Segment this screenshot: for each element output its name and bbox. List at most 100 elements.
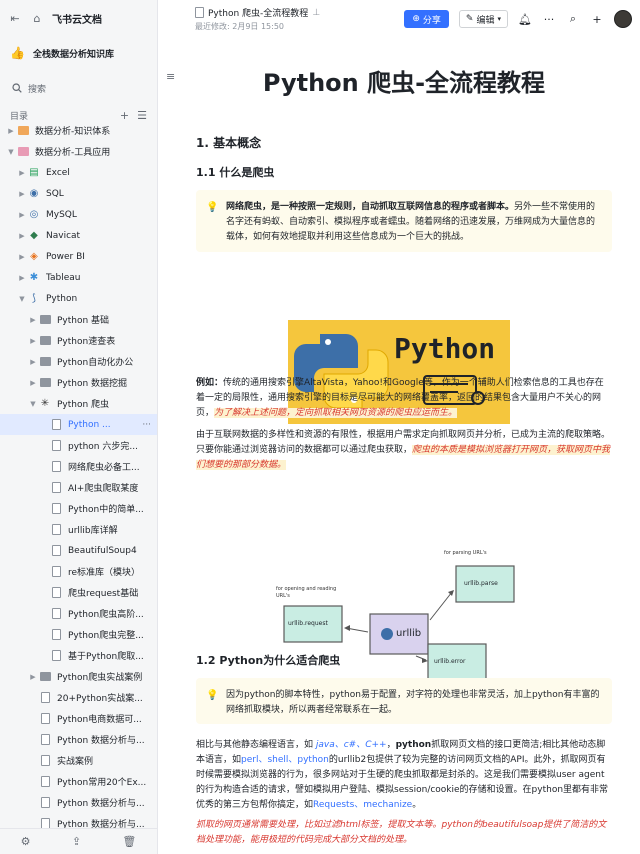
- callout-bold-text: 网络爬虫，是一种按照一定规则，自动抓取互联网信息的程序或者脚本。: [226, 202, 515, 212]
- tree-item-label: Python: [46, 293, 78, 304]
- tree-doc-item[interactable]: python 六步完...: [0, 435, 157, 456]
- tree-item-label: Python 数据挖掘: [57, 379, 128, 389]
- chevron-right-icon[interactable]: ▶: [28, 316, 38, 324]
- settings-icon[interactable]: ⚙: [21, 835, 31, 848]
- chevron-down-icon[interactable]: ▼: [6, 148, 16, 156]
- tree-doc-item[interactable]: ▶ ✱ Tableau: [0, 267, 157, 288]
- tree-item-label: Tableau: [46, 272, 81, 283]
- sql-icon: ◉: [29, 188, 39, 199]
- tree-doc-item[interactable]: Python爬虫高阶...: [0, 603, 157, 624]
- heading-why-python: 1.2 Python为什么适合爬虫: [196, 654, 341, 667]
- chevron-right-icon[interactable]: ▶: [28, 673, 38, 681]
- tree-doc-item[interactable]: 爬虫request基础: [0, 582, 157, 603]
- tree-doc-item[interactable]: ▶ ◉ SQL: [0, 183, 157, 204]
- chevron-right-icon[interactable]: ▶: [17, 211, 27, 219]
- tree-doc-item[interactable]: AI+爬虫爬取某度: [0, 477, 157, 498]
- chevron-right-icon[interactable]: ▶: [28, 358, 38, 366]
- trash-icon[interactable]: 🗑: [122, 835, 136, 848]
- tree-doc-item[interactable]: Python爬虫完整...: [0, 624, 157, 645]
- more-options-icon[interactable]: ···: [142, 420, 157, 430]
- tree-doc-item[interactable]: ▼ ✳ Python 爬虫: [0, 393, 157, 414]
- tree-doc-item[interactable]: re标准库（模块）: [0, 561, 157, 582]
- folder-icon: [38, 356, 52, 368]
- comparison-text-e: 。: [412, 800, 422, 810]
- tree-doc-item[interactable]: Python 数据分析与...: [0, 729, 157, 750]
- tree-item-label: Python 基础: [57, 316, 110, 326]
- comparison-paragraph: 相比与其他静态编程语言，如 java、c#、C++，python抓取网页文档的接…: [196, 738, 612, 813]
- tree-item-label: 数据分析-工具应用: [35, 148, 111, 158]
- tree-folder-item[interactable]: ▶ Python 数据挖掘: [0, 372, 157, 393]
- tree-item-label: 基于Python爬取...: [68, 652, 144, 662]
- tree-item-label: Python 爬虫: [57, 400, 110, 410]
- folder-icon: [38, 335, 52, 347]
- tree-doc-item[interactable]: urllib库详解: [0, 519, 157, 540]
- tree-folder-item[interactable]: ▶ Python自动化办公: [0, 351, 157, 372]
- chevron-right-icon[interactable]: ▶: [17, 232, 27, 240]
- tree-doc-item[interactable]: Python电商数据可...: [0, 708, 157, 729]
- tree-item-label: Excel: [46, 167, 70, 178]
- chevron-right-icon[interactable]: ▶: [17, 253, 27, 261]
- tree-item-label: Python爬虫高阶...: [68, 610, 144, 620]
- doc-icon: [49, 545, 63, 557]
- tree-doc-item[interactable]: Python ... ···: [0, 414, 157, 435]
- chevron-right-icon[interactable]: ▶: [28, 337, 38, 345]
- header-doc-name[interactable]: Python 爬虫-全流程教程: [208, 6, 308, 19]
- doc-icon: [49, 650, 63, 662]
- doc-icon: [49, 461, 63, 473]
- doc-icon: [49, 482, 63, 494]
- share-button[interactable]: ⊕ 分享: [404, 10, 449, 28]
- sidebar-footer: ⚙ ⇪ 🗑: [0, 828, 157, 854]
- tree-doc-item[interactable]: 20+Python实战案...: [0, 687, 157, 708]
- tree-item-label: Python爬虫完整...: [68, 631, 144, 641]
- tree-doc-item[interactable]: ▶ ◆ Navicat: [0, 225, 157, 246]
- tree-folder-item[interactable]: ▶ Python速查表: [0, 330, 157, 351]
- home-icon[interactable]: ⌂: [30, 11, 44, 25]
- collapse-sidebar-icon[interactable]: ⇤: [8, 11, 22, 25]
- tree-item-label: 网络爬虫必备工...: [68, 463, 140, 473]
- tree-item-label: Python爬虫实战案例: [57, 673, 143, 683]
- tree-doc-item[interactable]: ▶ ▤ Excel: [0, 162, 157, 183]
- tree-doc-item[interactable]: Python中的简单...: [0, 498, 157, 519]
- tree-folder-item[interactable]: ▶ Python爬虫实战案例: [0, 666, 157, 687]
- tree-item-label: urllib库详解: [68, 526, 118, 536]
- chevron-right-icon[interactable]: ▶: [6, 127, 16, 135]
- chevron-right-icon[interactable]: ▶: [17, 169, 27, 177]
- urllib-diagram: urllib urllib.request urllib.parse urlli…: [266, 548, 542, 692]
- share-link-icon[interactable]: ⇪: [72, 835, 81, 848]
- edit-button[interactable]: ✎ 编辑 ▾: [458, 10, 508, 28]
- chevron-right-icon[interactable]: ▶: [17, 274, 27, 282]
- tree-folder-item[interactable]: ▶ Python 基础: [0, 309, 157, 330]
- search-doc-icon[interactable]: ⌕: [566, 12, 580, 26]
- doc-icon: [49, 419, 63, 431]
- chevron-down-icon: ▾: [497, 15, 501, 23]
- sidebar-search[interactable]: 搜索: [8, 78, 149, 98]
- tree-doc-item[interactable]: Python常用20个Ex...: [0, 771, 157, 792]
- doc-header: Python 爬虫-全流程教程 ⊥ 最近修改: 2月9日 15:50 ⊕ 分享 …: [159, 0, 640, 38]
- more-icon[interactable]: ···: [542, 13, 556, 26]
- tree-doc-item[interactable]: ▼ ⟆ Python: [0, 288, 157, 309]
- chevron-right-icon[interactable]: ▶: [28, 379, 38, 387]
- tree-doc-item[interactable]: 实战案例: [0, 750, 157, 771]
- tree-folder-item[interactable]: ▼ 数据分析-工具应用: [0, 141, 157, 162]
- tree-doc-item[interactable]: 网络爬虫必备工...: [0, 456, 157, 477]
- tree-folder-item[interactable]: ▶ 数据分析-知识体系: [0, 120, 157, 141]
- doc-icon: [49, 503, 63, 515]
- chevron-right-icon[interactable]: ▶: [17, 190, 27, 198]
- tree-doc-item[interactable]: BeautifulSoup4: [0, 540, 157, 561]
- heading-what-is-crawler: 1.1 什么是爬虫: [196, 166, 275, 179]
- callout-why-python: 💡 因为python的脚本特性，python易于配置，对字符的处理也非常灵活，加…: [196, 678, 612, 724]
- tree-doc-item[interactable]: Python 数据分析与...: [0, 792, 157, 813]
- tree-doc-item[interactable]: ▶ ◈ Power BI: [0, 246, 157, 267]
- urllib-request-label: urllib.request: [288, 620, 328, 627]
- chevron-down-icon[interactable]: ▼: [28, 400, 38, 408]
- add-new-icon[interactable]: +: [590, 13, 604, 26]
- avatar[interactable]: [614, 10, 632, 28]
- tree-doc-item[interactable]: 基于Python爬取...: [0, 645, 157, 666]
- outline-icon[interactable]: ≡: [166, 70, 175, 83]
- notification-bell-icon[interactable]: 🔔︎: [518, 13, 532, 26]
- chevron-down-icon[interactable]: ▼: [17, 295, 27, 303]
- brand-name[interactable]: 飞书云文档: [52, 11, 102, 26]
- pin-icon[interactable]: ⊥: [312, 8, 320, 18]
- tree-doc-item[interactable]: ▶ ◎ MySQL: [0, 204, 157, 225]
- knowledge-base-title[interactable]: 👍 全栈数据分析知识库: [0, 36, 157, 70]
